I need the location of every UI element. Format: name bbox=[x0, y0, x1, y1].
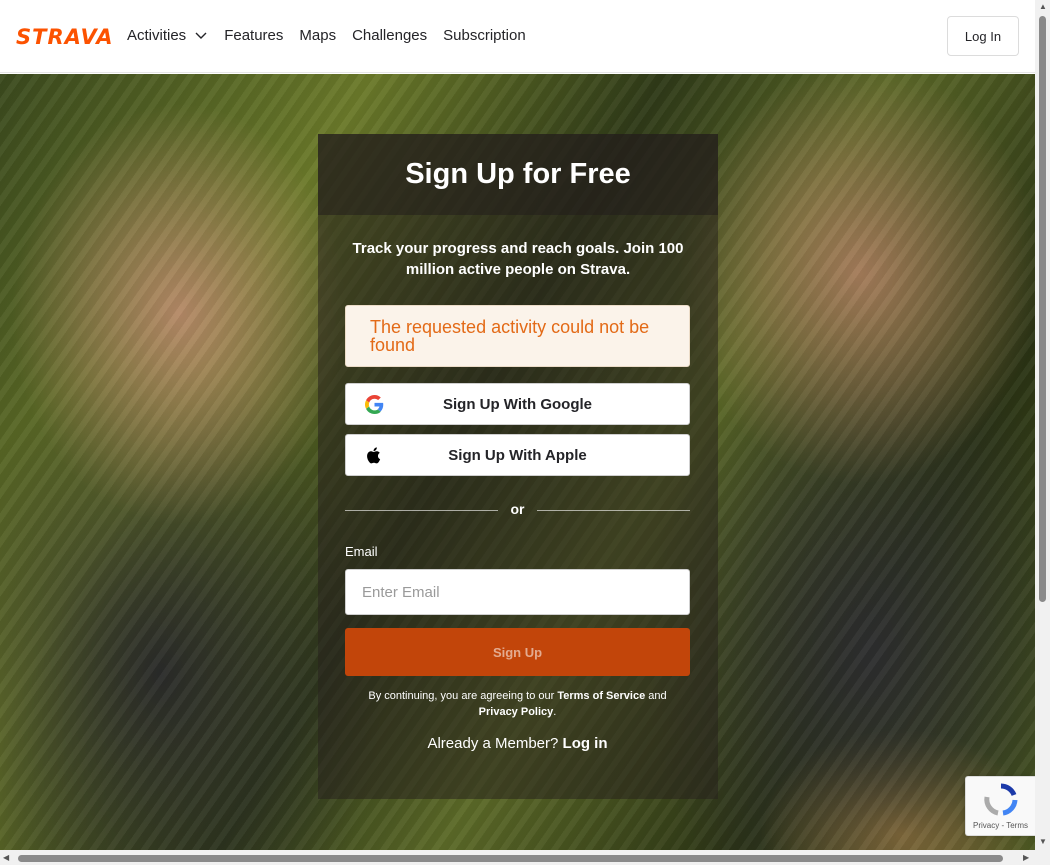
recaptcha-icon bbox=[983, 783, 1017, 816]
horizontal-scroll-thumb[interactable] bbox=[18, 855, 1003, 862]
divider-text: or bbox=[510, 501, 525, 517]
nav-features[interactable]: Features bbox=[224, 24, 283, 46]
nav-maps[interactable]: Maps bbox=[299, 24, 336, 46]
legal-suffix: . bbox=[553, 706, 557, 718]
login-link[interactable]: Log in bbox=[563, 735, 608, 752]
scroll-down-icon[interactable]: ▼ bbox=[1039, 838, 1047, 846]
or-divider: or bbox=[345, 500, 690, 520]
nav-subscription[interactable]: Subscription bbox=[443, 24, 526, 46]
apple-icon bbox=[367, 447, 381, 464]
site-header: STRAVA Activities Features Maps Challeng… bbox=[0, 0, 1035, 73]
login-button[interactable]: Log In bbox=[947, 16, 1019, 56]
chevron-down-icon bbox=[195, 32, 207, 39]
card-title-bar: Sign Up for Free bbox=[318, 134, 718, 215]
nav-activities-label: Activities bbox=[127, 26, 187, 44]
legal-prefix: By continuing, you are agreeing to our bbox=[368, 690, 558, 702]
recaptcha-links[interactable]: Privacy - Terms bbox=[973, 821, 1028, 830]
apple-signup-label: Sign Up With Apple bbox=[448, 446, 587, 464]
apple-signup-button[interactable]: Sign Up With Apple bbox=[345, 434, 690, 476]
google-signup-label: Sign Up With Google bbox=[442, 395, 592, 413]
member-prefix: Already a Member? bbox=[427, 735, 563, 752]
email-label: Email bbox=[345, 544, 378, 559]
recaptcha-badge[interactable]: Privacy - Terms bbox=[965, 776, 1035, 836]
main-nav: Activities Features Maps Challenges Subs… bbox=[127, 24, 542, 46]
already-member-text: Already a Member? Log in bbox=[345, 735, 690, 752]
google-signup-button[interactable]: Sign Up With Google bbox=[345, 383, 690, 425]
signup-tagline: Track your progress and reach goals. Joi… bbox=[352, 240, 684, 278]
google-icon bbox=[365, 395, 384, 414]
divider-line-right bbox=[537, 510, 690, 511]
page-title: Sign Up for Free bbox=[405, 158, 631, 190]
nav-activities[interactable]: Activities bbox=[127, 24, 208, 46]
scroll-up-icon[interactable]: ▲ bbox=[1039, 3, 1047, 11]
signup-button[interactable]: Sign Up bbox=[345, 628, 690, 676]
signup-card: Sign Up for Free Track your progress and… bbox=[318, 134, 718, 799]
vertical-scrollbar[interactable]: ▲ ▼ bbox=[1035, 0, 1050, 850]
strava-logo[interactable]: STRAVA bbox=[16, 25, 114, 49]
nav-challenges[interactable]: Challenges bbox=[352, 24, 427, 46]
scroll-right-icon[interactable]: ▶ bbox=[1023, 854, 1029, 862]
scrollbar-corner bbox=[1035, 850, 1050, 865]
vertical-scroll-thumb[interactable] bbox=[1039, 16, 1046, 602]
error-alert: The requested activity could not be foun… bbox=[345, 305, 690, 367]
privacy-policy-link[interactable]: Privacy Policy bbox=[479, 706, 554, 718]
terms-of-service-link[interactable]: Terms of Service bbox=[557, 690, 645, 702]
horizontal-scrollbar[interactable]: ◀ ▶ bbox=[0, 850, 1035, 865]
legal-notice: By continuing, you are agreeing to our T… bbox=[345, 688, 690, 720]
legal-and: and bbox=[645, 690, 667, 702]
scroll-left-icon[interactable]: ◀ bbox=[3, 854, 9, 862]
email-field[interactable] bbox=[345, 569, 690, 615]
